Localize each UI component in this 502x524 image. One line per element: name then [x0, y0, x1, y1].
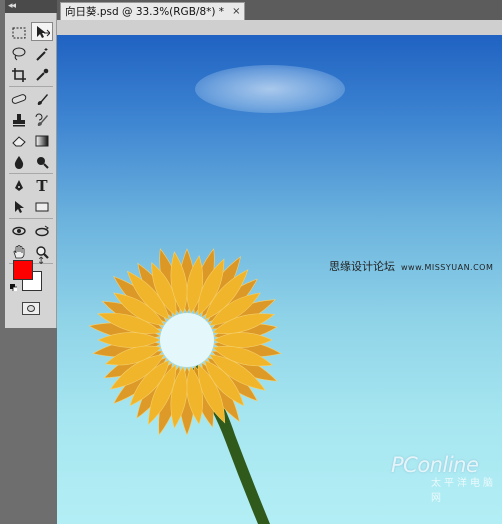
healing-icon[interactable] — [8, 89, 30, 108]
marquee-icon[interactable] — [8, 23, 30, 42]
image-canvas[interactable]: 思缘设计论坛 www.MISSYUAN.COM PConline 太平洋电脑网 — [57, 35, 502, 524]
brush-icon[interactable] — [31, 89, 53, 108]
sunflower-illustration — [88, 248, 282, 524]
quick-mask-button[interactable] — [22, 302, 40, 315]
shape-icon[interactable] — [31, 197, 53, 216]
3d-rotate-icon[interactable] — [8, 221, 30, 240]
document-tab-title: 向日葵.psd @ 33.3%(RGB/8*) * — [65, 5, 225, 18]
document-tab[interactable]: 向日葵.psd @ 33.3%(RGB/8*) * × — [60, 2, 246, 20]
blur-icon[interactable] — [8, 152, 30, 171]
document-window: 向日葵.psd @ 33.3%(RGB/8*) * × 思缘设计论坛 www.MI… — [57, 0, 502, 524]
pconline-logo: PConline 太平洋电脑网 — [391, 453, 502, 504]
document-tab-bar: 向日葵.psd @ 33.3%(RGB/8*) * × — [57, 0, 502, 20]
move-icon[interactable] — [31, 22, 53, 41]
crop-icon[interactable] — [8, 65, 30, 84]
gradient-icon[interactable] — [31, 131, 53, 150]
watermark: 思缘设计论坛 www.MISSYUAN.COM — [329, 255, 493, 274]
tools-panel: ◂◂ T ↕ — [0, 0, 57, 524]
separator — [9, 173, 53, 174]
eraser-icon[interactable] — [8, 131, 30, 150]
watermark-cn: 思缘设计论坛 — [329, 260, 395, 273]
history-brush-icon[interactable] — [31, 110, 53, 129]
watermark-url: www.MISSYUAN.COM — [401, 263, 494, 272]
tools-panel-header[interactable]: ◂◂ — [5, 0, 57, 14]
petals — [88, 248, 282, 436]
hand-icon[interactable] — [8, 242, 30, 261]
logo-subtext: 太平洋电脑网 — [431, 478, 496, 504]
close-icon[interactable]: × — [232, 4, 240, 20]
separator — [9, 86, 53, 87]
separator — [9, 218, 53, 219]
type-icon[interactable]: T — [31, 176, 53, 195]
stamp-icon[interactable] — [8, 110, 30, 129]
eyedropper-icon[interactable] — [31, 65, 53, 84]
pen-icon[interactable] — [8, 176, 30, 195]
flower-center — [160, 313, 214, 367]
swap-colors-icon[interactable]: ↕ — [37, 256, 45, 267]
foreground-color-swatch[interactable] — [13, 260, 33, 280]
magic-wand-icon[interactable] — [31, 44, 53, 63]
default-colors-icon[interactable] — [10, 284, 17, 291]
path-select-icon[interactable] — [8, 197, 30, 216]
collapse-icon[interactable]: ◂◂ — [8, 0, 16, 12]
3d-orbit-icon[interactable] — [31, 221, 53, 240]
lasso-icon[interactable] — [8, 44, 30, 63]
dodge-icon[interactable] — [31, 152, 53, 171]
canvas-margin — [57, 20, 502, 35]
